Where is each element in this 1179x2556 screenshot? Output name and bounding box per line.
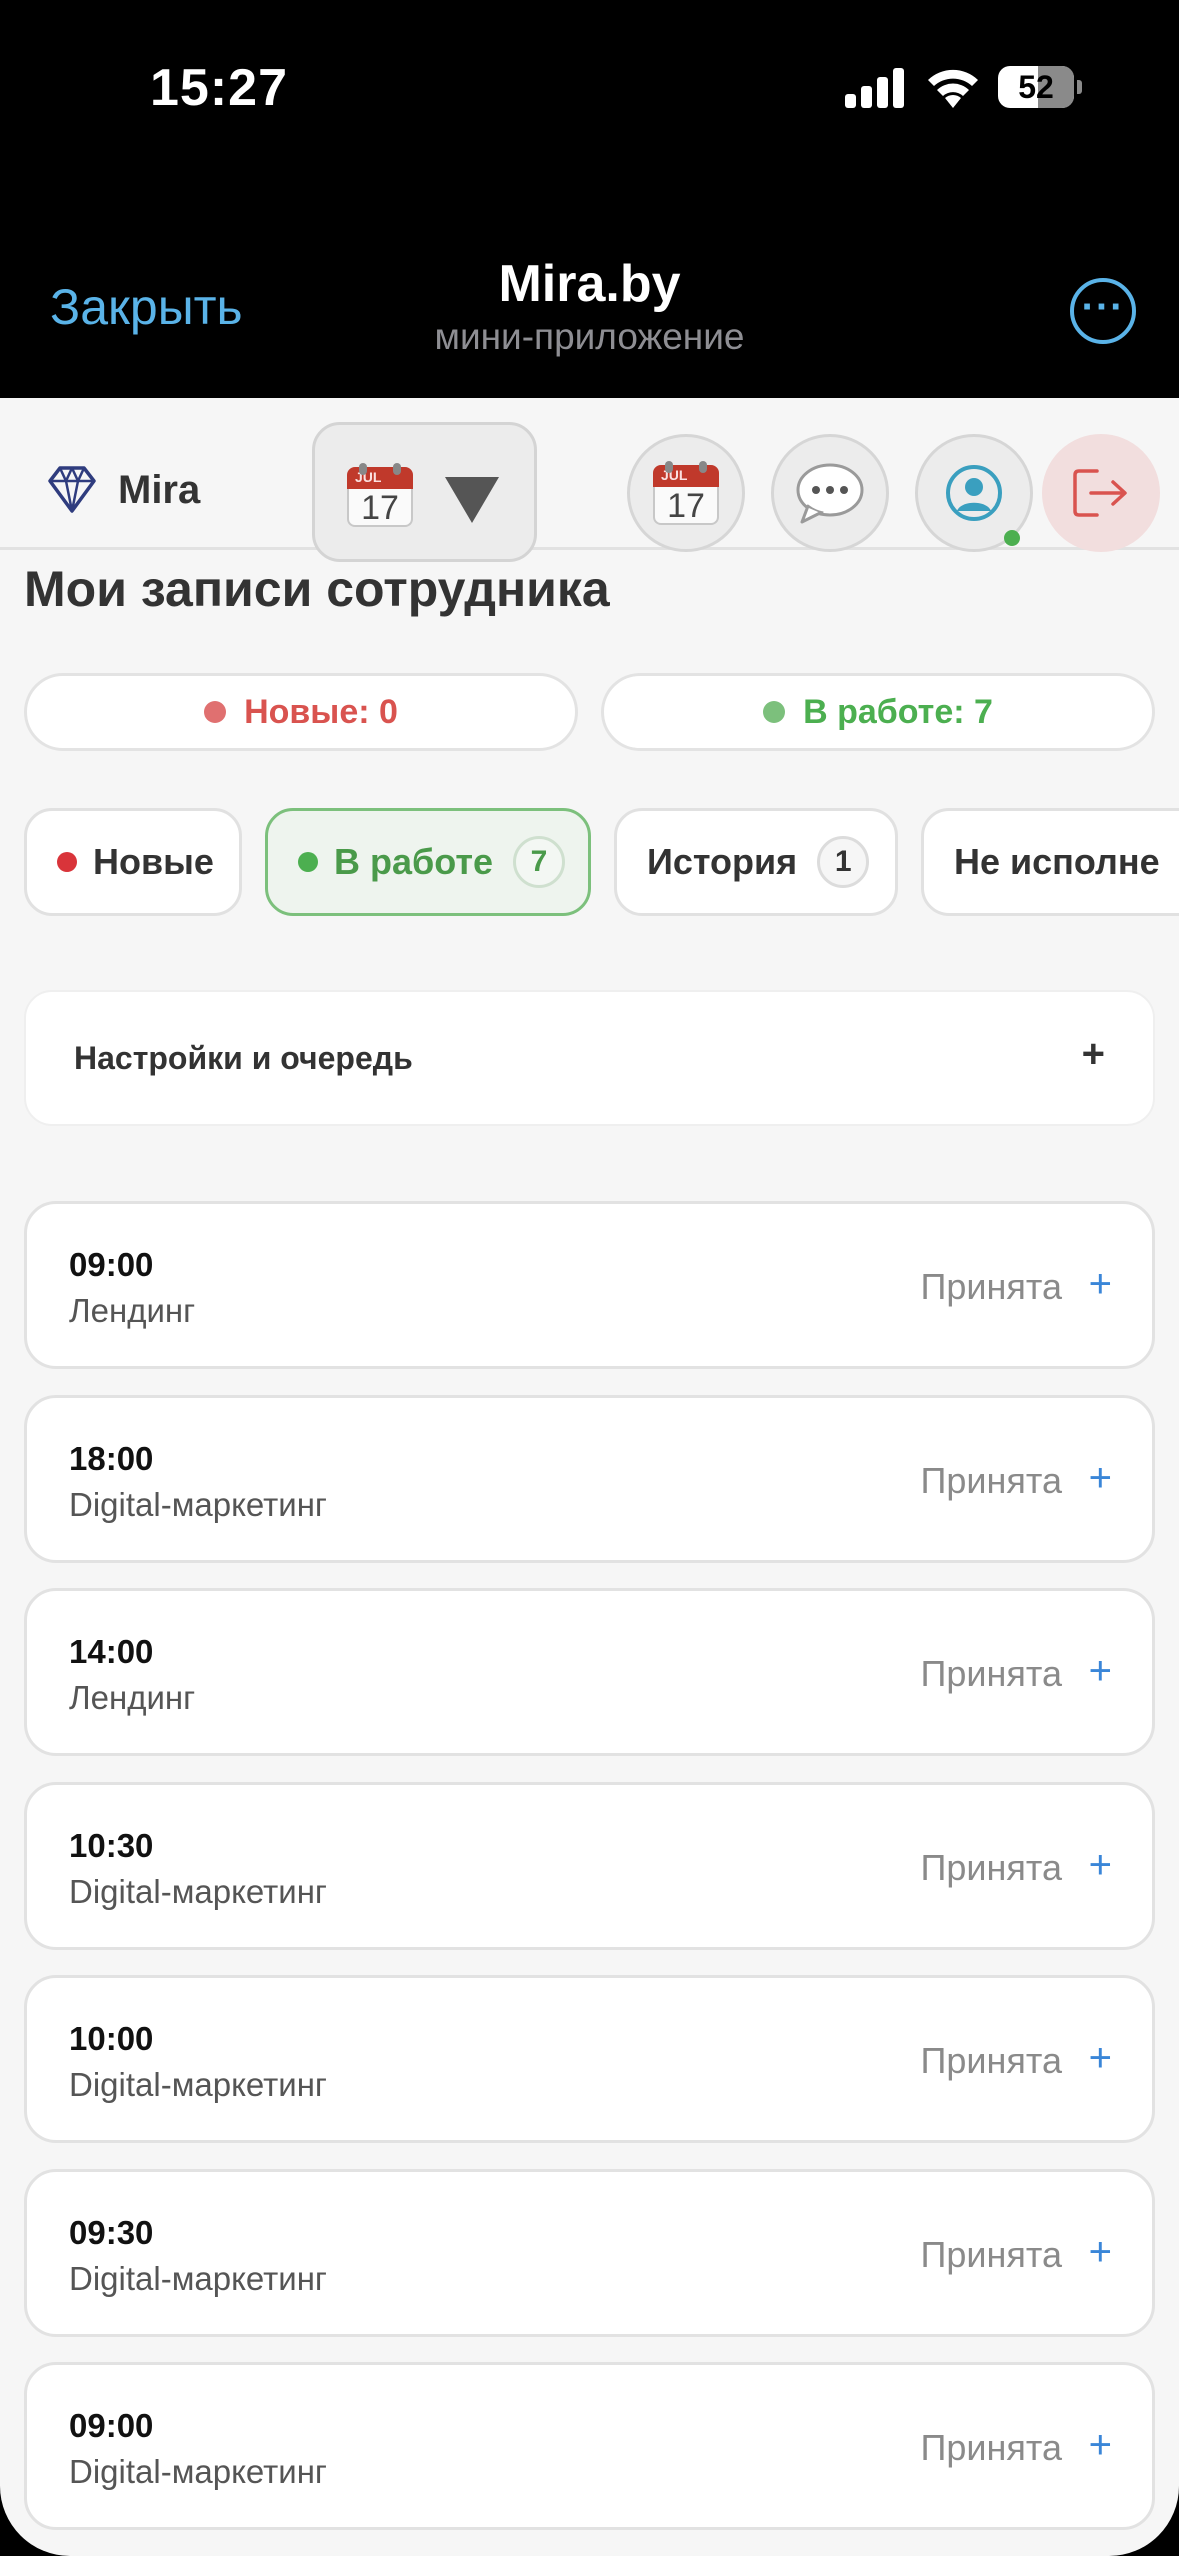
tab-label: Не исполне	[954, 841, 1160, 882]
appointment-status: Принята	[920, 1459, 1063, 1501]
appointment-service: Лендинг	[69, 1679, 196, 1716]
settings-label: Настройки и очередь	[74, 1040, 413, 1076]
appointment-service: Digital-маркетинг	[69, 2453, 327, 2490]
appointment-time: 09:00	[69, 1246, 154, 1283]
status-time: 15:27	[150, 59, 288, 117]
status-bar: 15:27 52	[0, 0, 1179, 200]
expand-plus-icon[interactable]: +	[1082, 1032, 1105, 1077]
appointment-service: Digital-маркетинг	[69, 2066, 327, 2103]
appointment-time: 09:30	[69, 2213, 154, 2251]
tab-label: В работе	[334, 841, 493, 882]
in-work-count-pill[interactable]: В работе: 7	[601, 673, 1155, 751]
appointment-card[interactable]: 09:30 Digital-маркетинг Принята +	[24, 2168, 1155, 2337]
appointment-status: Принята	[920, 2427, 1063, 2468]
calendar-icon: JUL 17	[347, 463, 413, 527]
tab-in-work[interactable]: В работе 7	[265, 808, 591, 916]
appointment-card[interactable]: 10:30 Digital-маркетинг Принята +	[24, 1781, 1155, 1950]
new-status-dot	[204, 701, 227, 723]
in-work-dot	[298, 852, 318, 872]
appointment-card[interactable]: 10:00 Digital-маркетинг Принята +	[24, 1975, 1155, 2143]
tab-label: История	[647, 841, 798, 882]
top-navigation: Mira JUL 17 JUL 17	[0, 398, 1179, 562]
profile-icon	[946, 465, 1002, 521]
more-options-button[interactable]: ···	[1070, 278, 1136, 344]
appointment-service: Digital-маркетинг	[69, 1872, 327, 1910]
tab-history[interactable]: История 1	[614, 808, 898, 916]
chat-button[interactable]	[771, 434, 889, 552]
expand-plus-icon[interactable]: +	[1089, 2036, 1112, 2081]
appointment-card[interactable]: 18:00 Digital-маркетинг Принята +	[24, 1394, 1155, 1563]
appointment-service: Лендинг	[69, 1292, 196, 1329]
expand-plus-icon[interactable]: +	[1089, 2423, 1112, 2468]
date-picker-dropdown[interactable]: JUL 17	[312, 422, 537, 562]
page-title: Мои записи сотрудника	[24, 561, 610, 617]
appointment-time: 18:00	[69, 1439, 154, 1477]
new-dot	[57, 852, 77, 872]
expand-plus-icon[interactable]: +	[1089, 1262, 1112, 1307]
brand-logo[interactable]: Mira	[46, 464, 200, 516]
expand-plus-icon[interactable]: +	[1089, 2230, 1112, 2275]
settings-queue-card[interactable]: Настройки и очередь +	[24, 990, 1155, 1126]
battery-level: 52	[1018, 69, 1054, 105]
tab-count-badge: 1	[817, 836, 870, 888]
app-subtitle: мини-приложение	[434, 316, 745, 357]
diamond-icon	[48, 466, 96, 513]
more-dots-icon: ···	[1081, 285, 1125, 329]
appointment-time: 10:30	[69, 1826, 154, 1864]
logout-button[interactable]	[1042, 434, 1160, 552]
expand-plus-icon[interactable]: +	[1089, 1456, 1112, 1501]
filter-tabs: Новые В работе 7 История 1 Не исполне	[24, 808, 1179, 918]
appointment-time: 14:00	[69, 1633, 154, 1670]
appointment-card[interactable]: 14:00 Лендинг Принята +	[24, 1588, 1155, 1756]
appointment-service: Digital-маркетинг	[69, 2259, 327, 2297]
tab-count-badge: 7	[513, 836, 565, 888]
expand-plus-icon[interactable]: +	[1089, 1649, 1112, 1694]
appointment-status: Принята	[920, 1653, 1063, 1694]
wifi-icon	[928, 69, 978, 108]
tab-new[interactable]: Новые	[24, 808, 242, 916]
appointment-service: Digital-маркетинг	[69, 1485, 327, 1523]
appointment-card[interactable]: 09:00 Digital-маркетинг Принята +	[24, 2362, 1155, 2530]
battery-icon: 52	[998, 66, 1082, 108]
logout-icon	[1073, 469, 1127, 517]
appointment-time: 09:00	[69, 2407, 154, 2444]
calendar-icon: JUL 17	[653, 461, 719, 525]
dropdown-triangle-icon	[445, 477, 499, 523]
brand-name: Mira	[118, 467, 201, 512]
tab-label: Новые	[93, 841, 214, 882]
app-title: Mira.by	[498, 255, 681, 313]
cellular-signal-icon	[845, 68, 904, 108]
appointment-time: 10:00	[69, 2020, 154, 2057]
expand-plus-icon[interactable]: +	[1089, 1843, 1112, 1888]
appointment-status: Принята	[920, 2040, 1063, 2081]
appointment-status: Принята	[920, 1846, 1063, 1888]
appointment-status: Принята	[920, 2233, 1063, 2275]
appointment-status: Принята	[920, 1266, 1063, 1307]
in-work-status-dot	[763, 701, 786, 723]
tab-not-completed[interactable]: Не исполне	[921, 808, 1179, 916]
new-count-pill[interactable]: Новые: 0	[24, 673, 578, 751]
new-count-label: Новые: 0	[244, 692, 398, 731]
online-status-dot	[1004, 530, 1020, 546]
app-content: Mira JUL 17 JUL 17 Мои записи сотрудника…	[0, 398, 1179, 2556]
miniapp-header: Закрыть Mira.by мини-приложение ···	[0, 200, 1179, 398]
in-work-count-label: В работе: 7	[803, 692, 993, 731]
calendar-button[interactable]: JUL 17	[627, 434, 745, 552]
appointment-card[interactable]: 09:00 Лендинг Принята +	[24, 1201, 1155, 1369]
chat-icon	[796, 463, 864, 524]
